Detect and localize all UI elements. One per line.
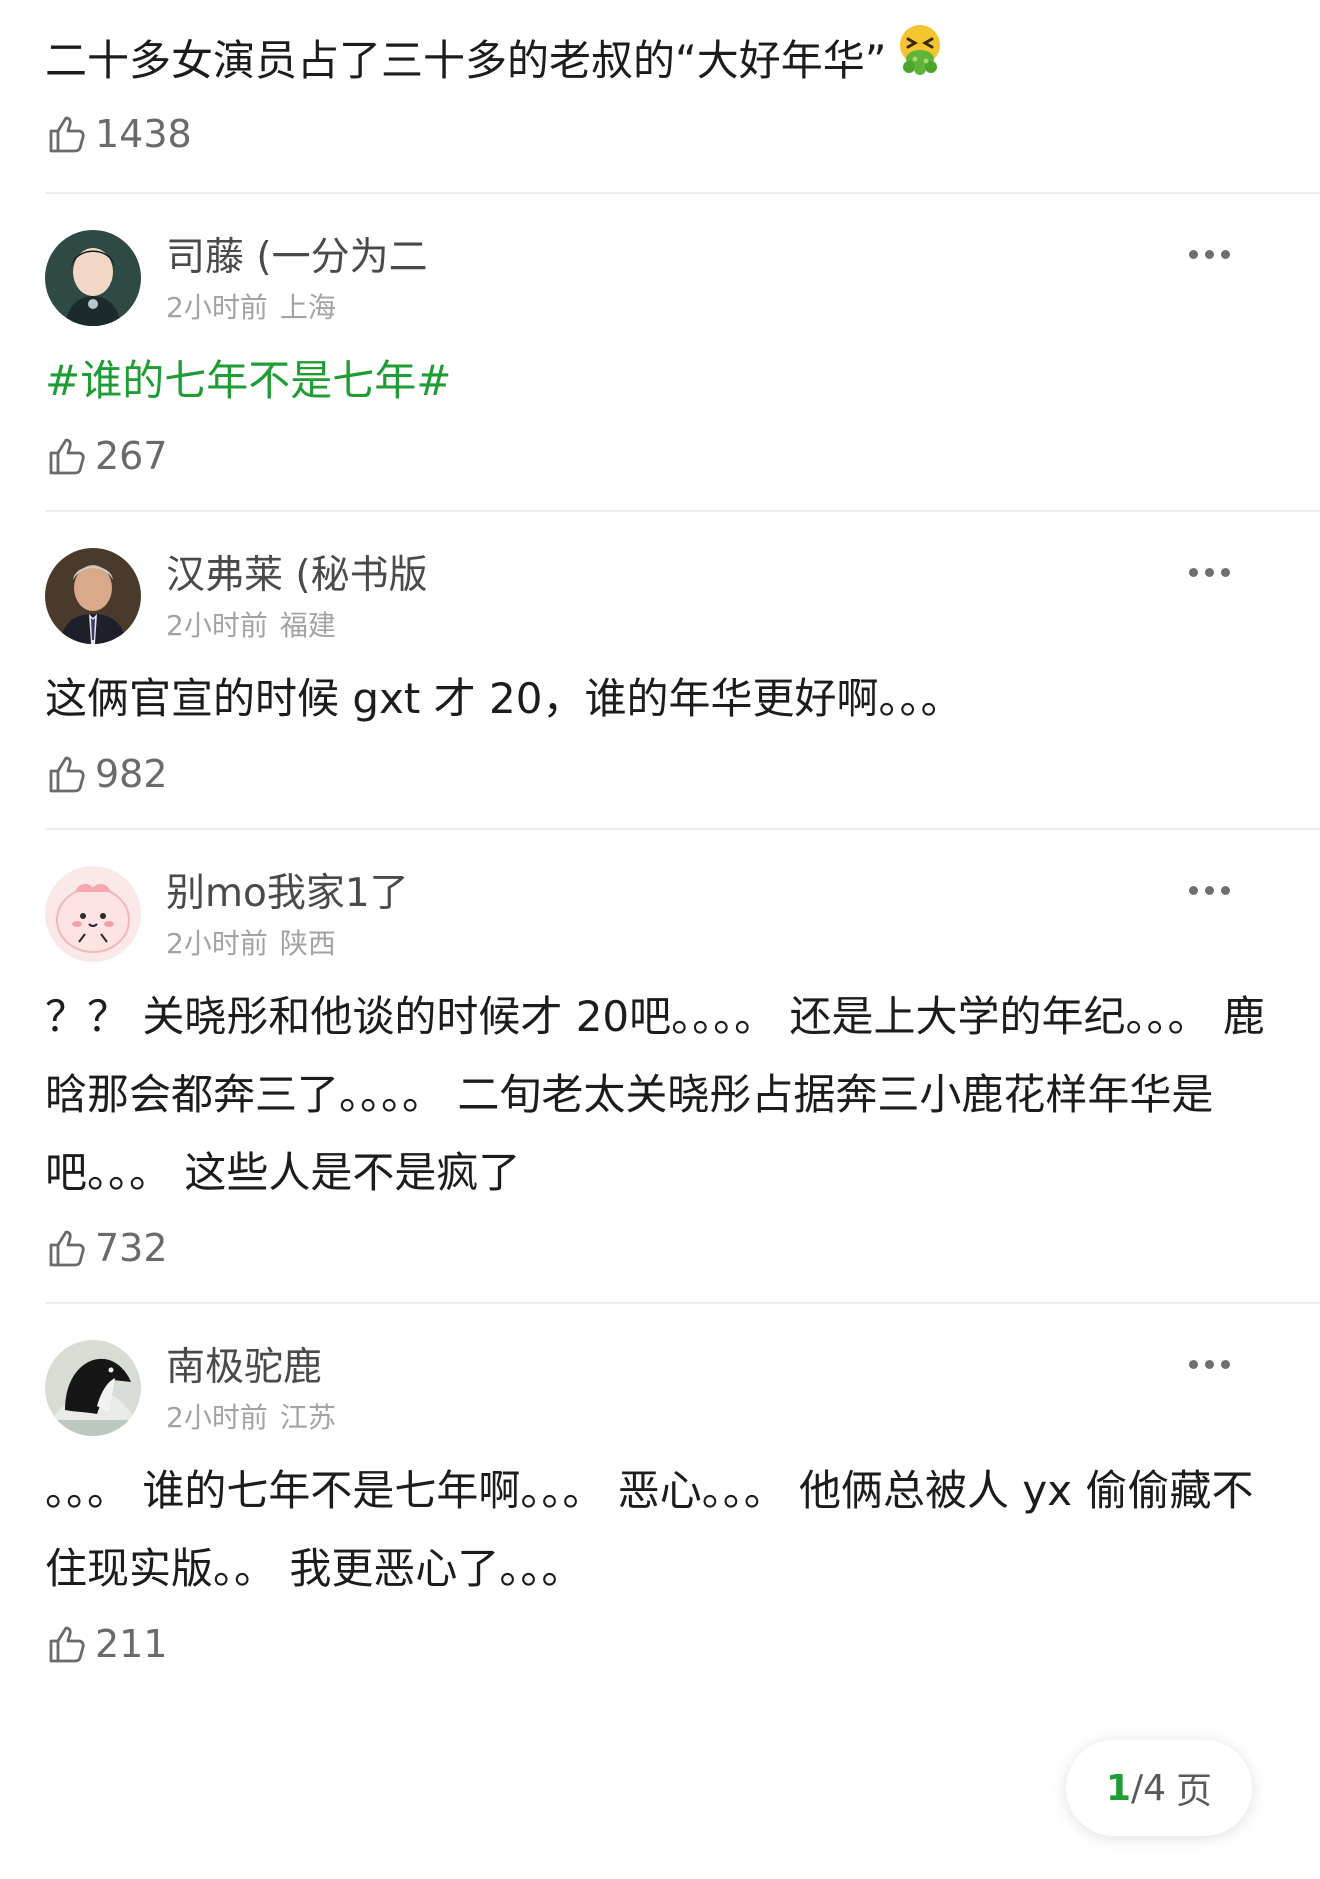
thumbs-up-icon xyxy=(49,1626,85,1663)
more-dot-icon xyxy=(1189,250,1198,259)
current-page: 1 xyxy=(1105,1767,1131,1809)
comment-location: 江苏 xyxy=(279,1401,336,1434)
username[interactable]: 司藤 (一分为二 xyxy=(166,234,428,282)
comment-location: 陕西 xyxy=(279,927,336,960)
comment-location: 福建 xyxy=(279,609,336,642)
page-indicator-button[interactable]: 1/4 页 xyxy=(1066,1740,1252,1836)
comment-time: 2小时前 xyxy=(166,609,268,642)
like-button[interactable]: 1438 xyxy=(45,104,1275,164)
comment-header: 南极驼鹿 2小时前 江苏 xyxy=(45,1340,1275,1436)
more-dot-icon xyxy=(1189,1360,1198,1369)
more-dot-icon xyxy=(1221,568,1230,577)
comment-text-content: 二十多女演员占了三十多的老叔的“大好年华” xyxy=(45,36,887,85)
comment-meta: 2小时前 福建 xyxy=(166,608,336,644)
like-count: 982 xyxy=(95,752,168,796)
avatar[interactable] xyxy=(45,548,141,644)
thumbs-up-icon xyxy=(49,438,85,475)
page-unit: 页 xyxy=(1176,1771,1213,1812)
username[interactable]: 汉弗莱 (秘书版 xyxy=(166,552,428,600)
comment-time: 2小时前 xyxy=(166,291,268,324)
thumbs-up-icon xyxy=(49,1230,85,1267)
more-dot-icon xyxy=(1205,568,1214,577)
comment-header: 别mo我家1了 2小时前 陕西 xyxy=(45,866,1275,962)
comment-time: 2小时前 xyxy=(166,927,268,960)
more-dot-icon xyxy=(1189,886,1198,895)
username[interactable]: 别mo我家1了 xyxy=(166,870,409,918)
more-dot-icon xyxy=(1221,886,1230,895)
more-dot-icon xyxy=(1189,568,1198,577)
comment-meta: 2小时前 上海 xyxy=(166,290,336,326)
comment-header: 汉弗莱 (秘书版 2小时前 福建 xyxy=(45,548,1275,644)
comment-item: 南极驼鹿 2小时前 江苏 。。。 谁的七年不是七年啊。。。 恶心。。。 他俩总被人… xyxy=(0,1304,1320,1674)
comment-meta: 2小时前 陕西 xyxy=(166,926,336,962)
like-count: 1438 xyxy=(95,112,192,156)
like-button[interactable]: 982 xyxy=(45,744,1275,804)
more-options-button[interactable] xyxy=(1189,880,1230,901)
more-options-button[interactable] xyxy=(1189,1354,1230,1375)
avatar[interactable] xyxy=(45,1340,141,1436)
more-dot-icon xyxy=(1205,1360,1214,1369)
comment-item: 司藤 (一分为二 2小时前 上海 #谁的七年不是七年# 267 xyxy=(0,194,1320,486)
comment-item: 汉弗莱 (秘书版 2小时前 福建 这俩官宣的时候 gxt 才 20，谁的年华更好啊… xyxy=(0,512,1320,804)
comment-list-page: 二十多女演员占了三十多的老叔的“大好年华” 1438 司藤 (一分为二 2小时前… xyxy=(0,0,1320,1879)
username[interactable]: 南极驼鹿 xyxy=(166,1344,322,1392)
like-count: 211 xyxy=(95,1622,168,1666)
comment-text: 二十多女演员占了三十多的老叔的“大好年华” xyxy=(45,22,1275,100)
comment-text: 这俩官宣的时候 gxt 才 20，谁的年华更好啊。。。 xyxy=(45,674,963,723)
like-button[interactable]: 267 xyxy=(45,426,1275,486)
like-button[interactable]: 732 xyxy=(45,1218,1275,1278)
comment-text: ？？ 关晓彤和他谈的时候才 20吧。。。。 还是上大学的年纪。。。 鹿晗那会都奔… xyxy=(45,992,1265,1197)
like-button[interactable]: 211 xyxy=(45,1614,1275,1674)
like-count: 267 xyxy=(95,434,168,478)
avatar[interactable] xyxy=(45,230,141,326)
comment-time: 2小时前 xyxy=(166,1401,268,1434)
comment-meta: 2小时前 江苏 xyxy=(166,1400,336,1436)
avatar[interactable] xyxy=(45,866,141,962)
comment-text: #谁的七年不是七年# xyxy=(45,342,1275,420)
vomiting-face-emoji-icon xyxy=(895,22,945,100)
comment-header: 司藤 (一分为二 2小时前 上海 xyxy=(45,230,1275,326)
more-dot-icon xyxy=(1205,250,1214,259)
comment-text: 。。。 谁的七年不是七年啊。。。 恶心。。。 他俩总被人 yx 偷偷藏不住现实版… xyxy=(45,1466,1254,1593)
comment-item: 二十多女演员占了三十多的老叔的“大好年华” 1438 xyxy=(0,0,1320,164)
more-options-button[interactable] xyxy=(1189,562,1230,583)
more-dot-icon xyxy=(1221,250,1230,259)
total-pages: /4 xyxy=(1131,1767,1167,1809)
comment-location: 上海 xyxy=(279,291,336,324)
thumbs-up-icon xyxy=(49,116,85,153)
topic-link[interactable]: #谁的七年不是七年# xyxy=(45,356,451,405)
like-count: 732 xyxy=(95,1226,168,1270)
more-dot-icon xyxy=(1205,886,1214,895)
thumbs-up-icon xyxy=(49,756,85,793)
more-options-button[interactable] xyxy=(1189,244,1230,265)
comment-item: 别mo我家1了 2小时前 陕西 ？？ 关晓彤和他谈的时候才 20吧。。。。 还是上… xyxy=(0,830,1320,1278)
more-dot-icon xyxy=(1221,1360,1230,1369)
